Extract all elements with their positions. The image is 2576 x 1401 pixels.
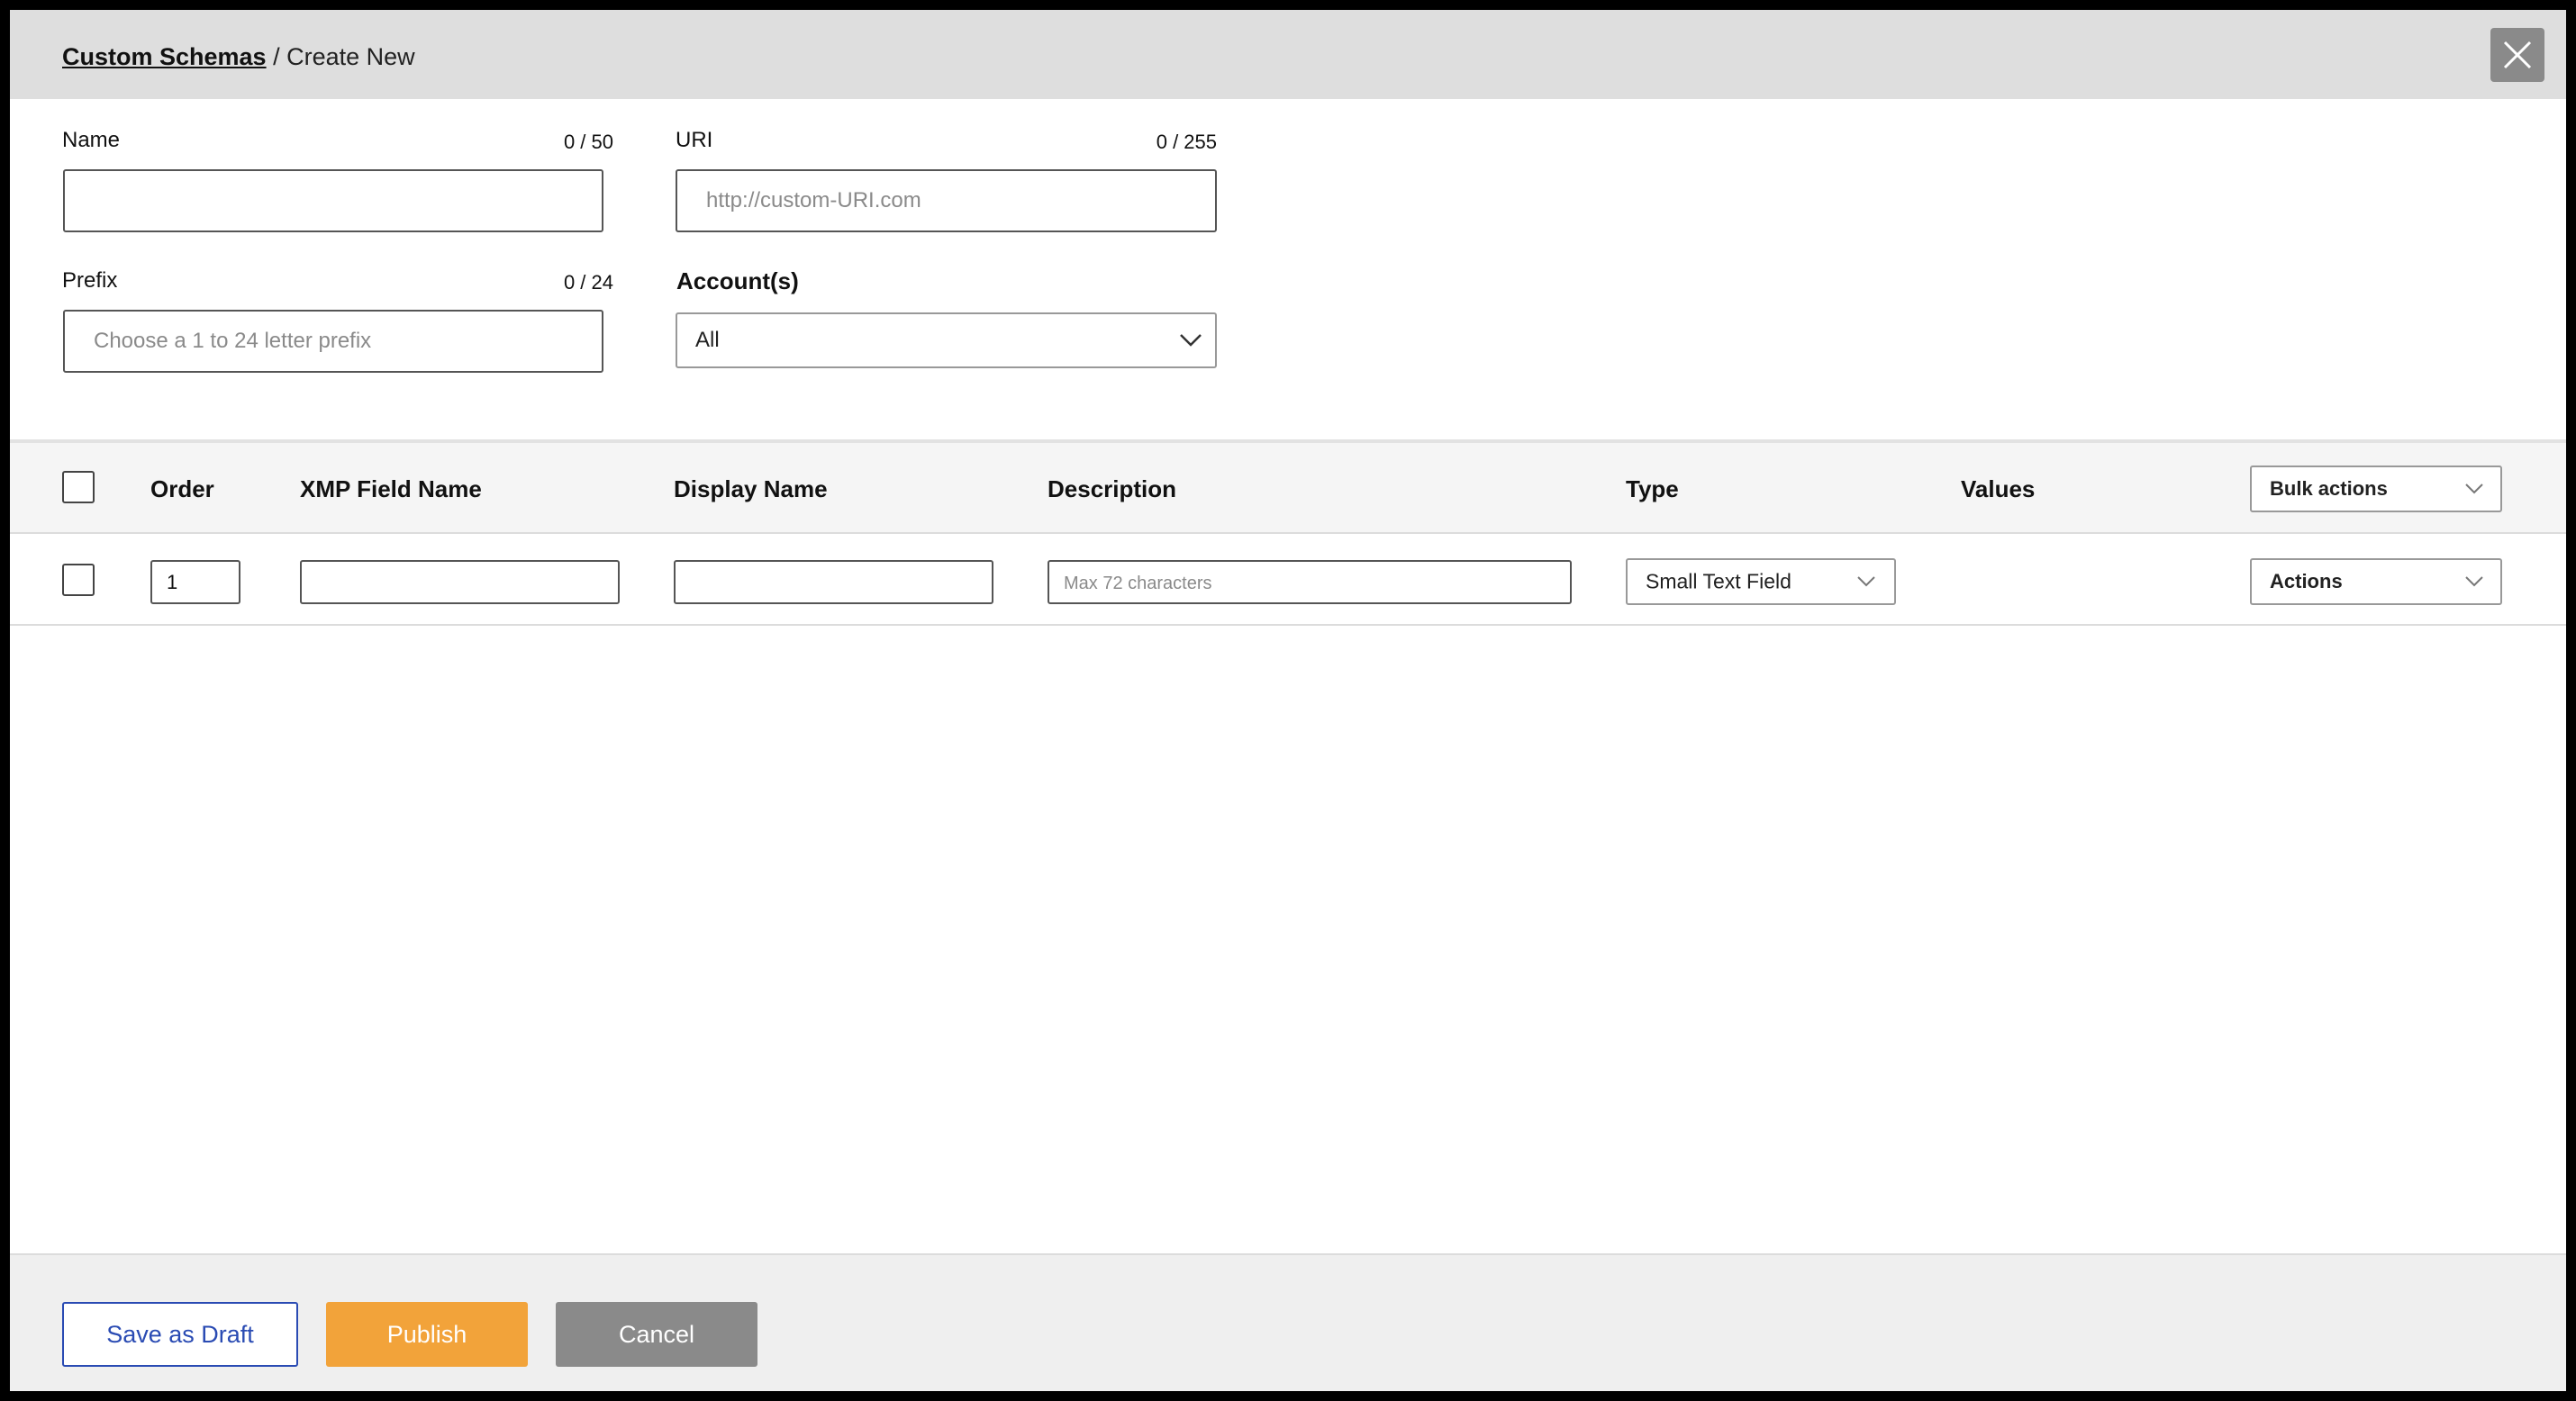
header-order: Order [150,475,214,502]
row-actions-label: Actions [2270,570,2343,592]
order-input[interactable] [150,560,240,604]
name-counter: 0 / 50 [563,131,613,153]
uri-input[interactable] [676,169,1217,232]
name-input[interactable] [63,169,603,232]
prefix-counter: 0 / 24 [563,271,613,294]
chevron-down-icon [2465,484,2483,494]
breadcrumb-current: Create New [286,43,415,70]
close-button[interactable] [2490,28,2544,82]
chevron-down-icon [1180,334,1202,347]
close-icon [2503,41,2532,69]
prefix-input[interactable] [63,310,603,373]
bulk-actions-label: Bulk actions [2270,477,2388,500]
header-xmp-field-name: XMP Field Name [300,475,482,502]
description-input[interactable] [1048,560,1572,604]
modal-header: Custom Schemas / Create New [10,10,2566,99]
create-schema-modal: Custom Schemas / Create New Name 0 / 50 … [10,10,2566,1391]
fields-table-header: Order XMP Field Name Display Name Descri… [10,443,2566,534]
save-as-draft-button[interactable]: Save as Draft [62,1302,298,1367]
table-row: Small Text Field Actions [10,535,2566,626]
accounts-selected-value: All [695,328,720,352]
row-actions-select[interactable]: Actions [2250,558,2502,605]
header-description: Description [1048,475,1177,502]
cancel-button[interactable]: Cancel [556,1302,757,1367]
header-display-name: Display Name [674,475,828,502]
bulk-actions-select[interactable]: Bulk actions [2250,465,2502,512]
uri-counter: 0 / 255 [1156,131,1217,153]
header-values: Values [1961,475,2036,502]
uri-label: URI [676,128,713,152]
select-all-checkbox[interactable] [62,471,95,503]
name-label: Name [62,128,121,152]
display-name-input[interactable] [674,560,993,604]
breadcrumb-separator: / [266,43,287,70]
accounts-label: Account(s) [676,267,799,294]
type-select[interactable]: Small Text Field [1626,558,1896,605]
header-type: Type [1626,475,1679,502]
chevron-down-icon [1857,576,1875,587]
xmp-field-name-input[interactable] [300,560,620,604]
breadcrumb-custom-schemas-link[interactable]: Custom Schemas [62,43,267,70]
prefix-label: Prefix [62,268,118,293]
type-selected-value: Small Text Field [1646,569,1791,593]
modal-footer: Save as Draft Publish Cancel [10,1253,2566,1391]
chevron-down-icon [2465,576,2483,587]
row-checkbox[interactable] [62,564,95,596]
publish-button[interactable]: Publish [326,1302,528,1367]
accounts-select[interactable]: All [676,312,1217,368]
breadcrumb: Custom Schemas / Create New [62,41,415,73]
